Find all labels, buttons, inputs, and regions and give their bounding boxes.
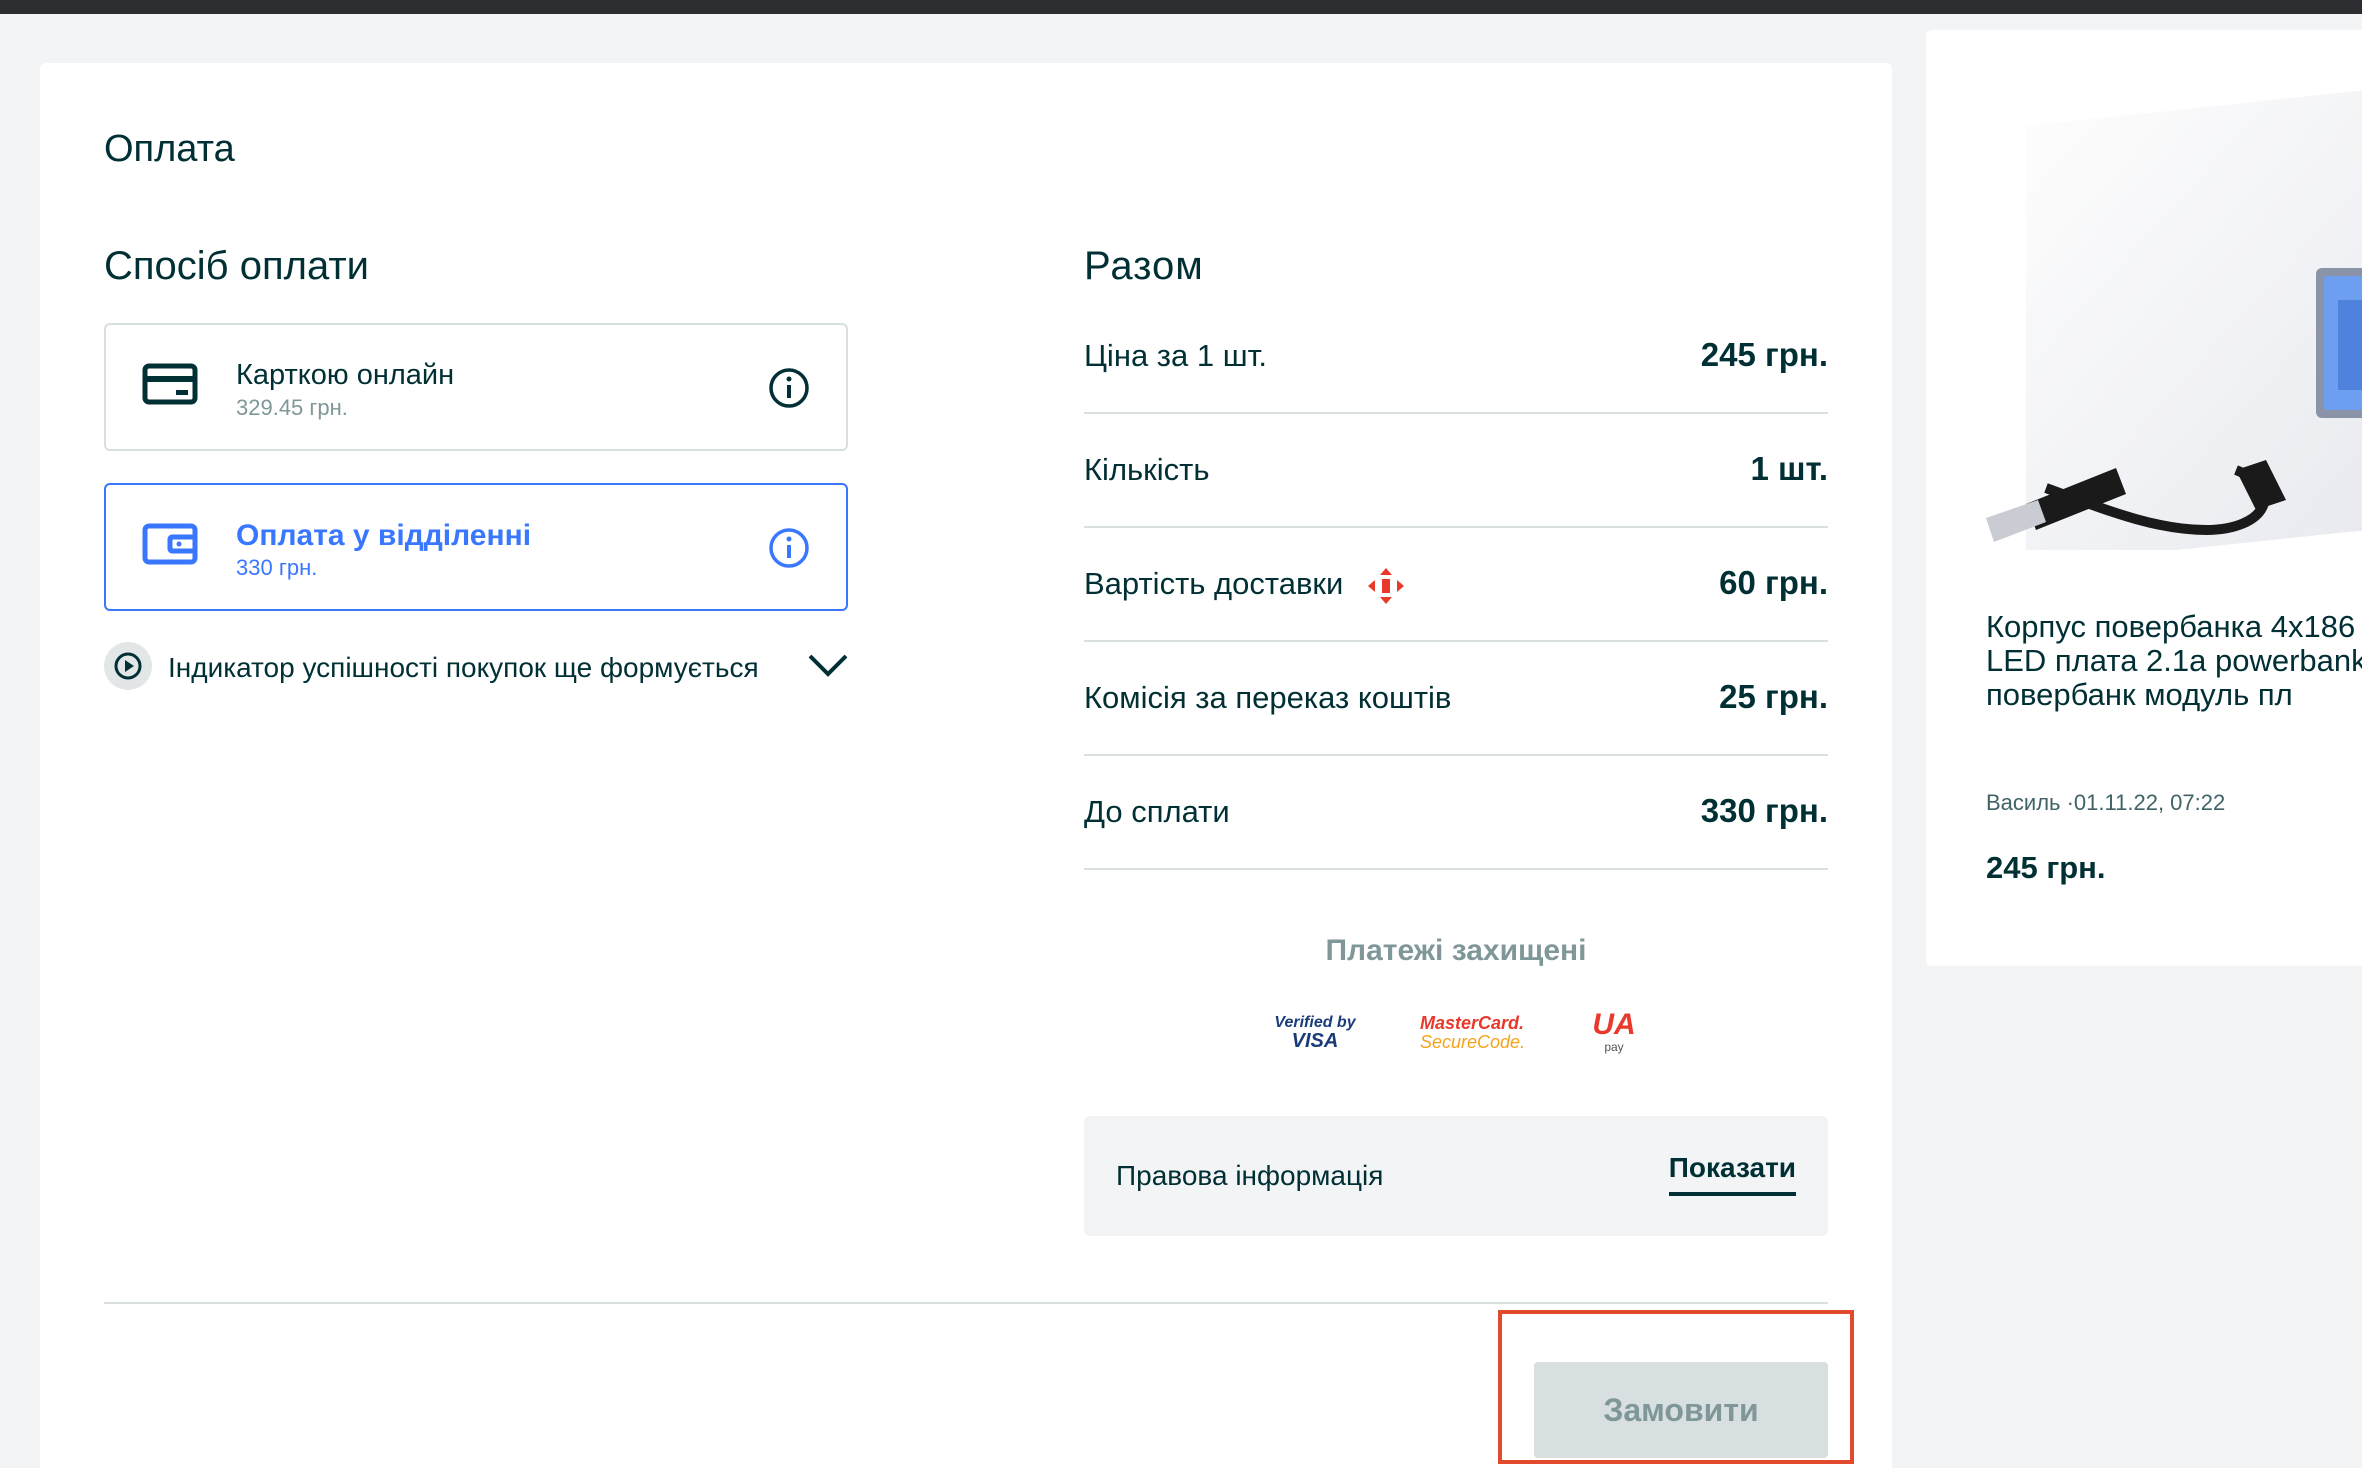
summary-heading: Разом	[1084, 244, 1204, 288]
summary-value: 245 грн.	[1700, 336, 1828, 373]
payment-option-price: 330 грн.	[236, 555, 318, 580]
info-icon[interactable]	[768, 527, 810, 569]
order-button[interactable]: Замовити	[1534, 1362, 1828, 1458]
summary-label: Кількість	[1084, 452, 1210, 487]
summary-label: Ціна за 1 шт.	[1084, 338, 1267, 373]
payment-option-title: Карткою онлайн	[236, 359, 455, 391]
footer-divider	[104, 1302, 1828, 1304]
summary-value: 330 грн.	[1700, 792, 1828, 829]
payment-option-card-online[interactable]: Карткою онлайн 329.45 грн.	[104, 323, 848, 451]
summary-value: 60 грн.	[1719, 564, 1828, 601]
legal-info-panel: Правова інформація Показати	[1084, 1116, 1828, 1236]
payments-secured-label: Платежі захищені	[1325, 934, 1587, 967]
info-icon[interactable]	[768, 367, 810, 409]
summary-row-commission: Комісія за переказ коштів 25 грн.	[1084, 642, 1828, 756]
chevron-down-icon[interactable]	[804, 646, 852, 682]
play-icon	[104, 642, 152, 690]
mastercard-securecode-logo: MasterCard. SecureCode.	[1420, 1013, 1526, 1052]
summary-row-total: До сплати 330 грн.	[1084, 756, 1828, 870]
summary-row-delivery: Вартість доставки 60 грн.	[1084, 528, 1828, 642]
product-image	[1986, 90, 2362, 550]
summary-label: Вартість доставки	[1084, 566, 1344, 602]
delivery-service-icon	[1367, 568, 1404, 604]
product-card[interactable]: Корпус повербанка 4х186 LED плата 2.1а p…	[1926, 30, 2362, 966]
verified-by-visa-logo: Verified by VISA	[1274, 1014, 1356, 1052]
legal-info-label: Правова інформація	[1116, 1160, 1384, 1191]
payment-option-price: 329.45 грн.	[236, 395, 348, 420]
purchase-success-indicator[interactable]: Індикатор успішності покупок ще формуєть…	[104, 642, 864, 692]
uapay-logo: UA pay	[1592, 1008, 1636, 1055]
summary-row-unit-price: Ціна за 1 шт. 245 грн.	[1084, 300, 1828, 414]
summary-value: 1 шт.	[1750, 450, 1828, 487]
wallet-icon	[142, 523, 198, 565]
credit-card-icon	[142, 363, 198, 405]
summary-label: Комісія за переказ коштів	[1084, 680, 1452, 715]
summary-value: 25 грн.	[1719, 678, 1828, 715]
page-title: Оплата	[104, 128, 235, 170]
payment-method-heading: Спосіб оплати	[104, 244, 369, 288]
top-bar	[0, 0, 2362, 14]
payment-option-title: Оплата у відділенні	[236, 519, 532, 552]
summary-row-quantity: Кількість 1 шт.	[1084, 414, 1828, 528]
product-price: 245 грн.	[1986, 850, 2106, 885]
security-logos: Verified by VISA MasterCard. SecureCode.…	[1270, 1010, 1650, 1060]
product-meta: Василь ·01.11.22, 07:22	[1986, 790, 2226, 815]
summary-label: До сплати	[1084, 794, 1230, 829]
indicator-text: Індикатор успішності покупок ще формуєть…	[168, 652, 759, 683]
product-title[interactable]: Корпус повербанка 4х186 LED плата 2.1а p…	[1986, 610, 2362, 712]
legal-info-show-link[interactable]: Показати	[1668, 1152, 1796, 1196]
payment-option-cash-on-delivery[interactable]: Оплата у відділенні 330 грн.	[104, 483, 848, 611]
